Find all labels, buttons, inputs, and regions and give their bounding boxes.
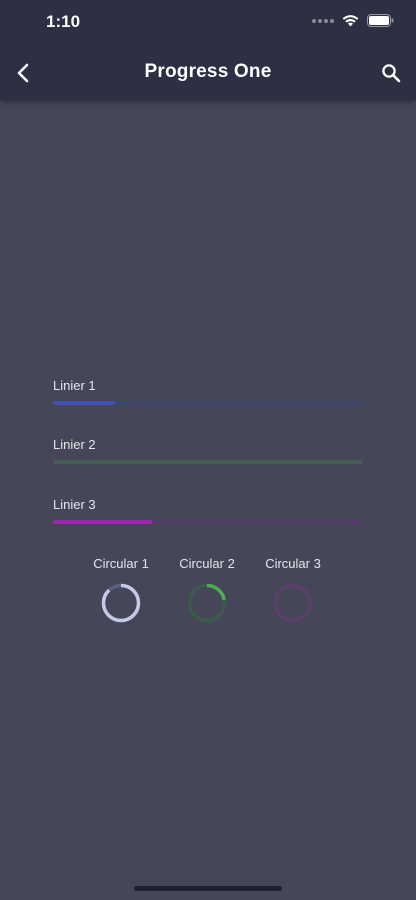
app-bar: 1:10 Progress One — [0, 0, 416, 100]
circular-progress-label: Circular 2 — [179, 556, 235, 571]
signal-icon — [312, 18, 334, 23]
linear-progress-track — [53, 460, 363, 464]
wifi-icon — [342, 15, 359, 27]
status-icons — [312, 14, 394, 27]
linear-progress-label: Linier 1 — [53, 378, 96, 393]
circular-progress-indicator — [101, 583, 141, 623]
linear-progress-1: Linier 1 — [53, 378, 363, 405]
status-time: 1:10 — [46, 12, 81, 31]
home-indicator — [134, 886, 282, 891]
status-bar: 1:10 — [0, 0, 416, 46]
search-button[interactable] — [376, 58, 406, 88]
search-icon — [382, 64, 401, 83]
linear-progress-3: Linier 3 — [53, 497, 363, 524]
linear-progress-track — [53, 520, 363, 524]
app-header: Progress One — [0, 46, 416, 100]
linear-progress-2: Linier 2 — [53, 437, 363, 464]
circular-progress-indicator — [187, 583, 227, 623]
circular-progress-label: Circular 3 — [265, 556, 321, 571]
page-title: Progress One — [144, 61, 272, 82]
linear-progress-fill — [53, 401, 115, 405]
circular-progress-3: Circular 3 — [253, 556, 333, 623]
circular-progress-row: Circular 1 Circular 2 Circular 3 — [0, 556, 416, 636]
circular-progress-label: Circular 1 — [93, 556, 149, 571]
linear-progress-track — [53, 401, 363, 405]
battery-icon — [367, 14, 394, 27]
linear-progress-fill — [53, 520, 153, 524]
linear-progress-label: Linier 2 — [53, 437, 96, 452]
circular-progress-indicator — [273, 583, 313, 623]
circular-progress-1: Circular 1 — [81, 556, 161, 623]
circular-progress-2: Circular 2 — [167, 556, 247, 623]
linear-progress-label: Linier 3 — [53, 497, 96, 512]
